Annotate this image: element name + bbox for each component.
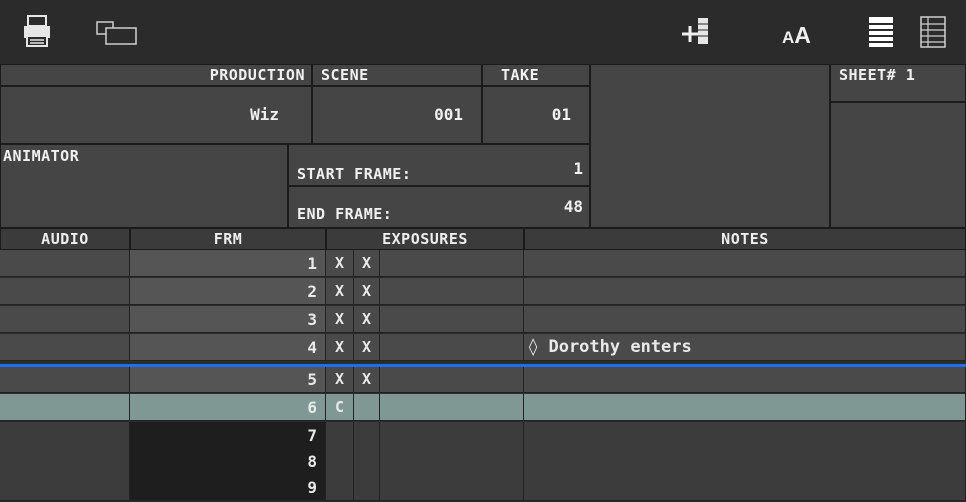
exposure-cell-1[interactable]: X <box>326 278 354 305</box>
frm-cell[interactable]: 5 <box>130 366 326 393</box>
audio-cell[interactable] <box>0 250 130 277</box>
exposure-cell-3[interactable] <box>380 394 524 421</box>
table-row[interactable]: 6C <box>0 394 966 422</box>
exposure-cell-2[interactable] <box>354 448 380 475</box>
exposure-cell-3[interactable] <box>380 334 524 361</box>
exposure-cell-3[interactable] <box>380 306 524 333</box>
notes-cell[interactable] <box>524 306 966 333</box>
grid-view-icon[interactable] <box>920 16 946 52</box>
exposure-cell-3[interactable] <box>380 422 524 449</box>
exposure-cell-3[interactable] <box>380 250 524 277</box>
exposure-cell-2[interactable] <box>354 474 380 501</box>
audio-cell[interactable] <box>0 474 130 501</box>
exposure-cell-2[interactable] <box>354 422 380 449</box>
add-column-icon[interactable] <box>680 14 712 52</box>
end-frame-label: END FRAME: <box>297 205 393 223</box>
production-label-cell: PRODUCTION <box>0 64 312 86</box>
exposure-cell-1[interactable]: X <box>326 334 354 361</box>
exposure-cell-1[interactable] <box>326 448 354 475</box>
table-row[interactable]: 4 X X ◊ Dorothy enters <box>0 334 966 362</box>
exposure-cell-1[interactable] <box>326 474 354 501</box>
table-row[interactable]: 9 <box>0 474 966 502</box>
audio-cell[interactable] <box>0 448 130 475</box>
audio-cell[interactable] <box>0 306 130 333</box>
notes-cell[interactable] <box>524 278 966 305</box>
scene-value-cell[interactable]: 001 <box>312 86 482 144</box>
exposure-cell-1[interactable] <box>326 422 354 449</box>
exposure-cell-2[interactable]: X <box>354 334 380 361</box>
audio-cell[interactable] <box>0 422 130 449</box>
end-frame-value: 48 <box>563 197 583 216</box>
scene-label: SCENE <box>321 66 369 84</box>
production-value-cell[interactable]: Wiz <box>0 86 312 144</box>
blank-header-cell <box>590 64 830 228</box>
exposure-cell-3[interactable] <box>380 474 524 501</box>
notes-cell[interactable] <box>524 394 966 421</box>
notes-cell[interactable]: ◊ Dorothy enters <box>524 334 966 361</box>
frm-cell[interactable]: 6 <box>130 394 326 421</box>
notes-cell[interactable] <box>524 474 966 501</box>
audio-cell[interactable] <box>0 334 130 361</box>
exposure-cell-2[interactable]: X <box>354 250 380 277</box>
production-value: Wiz <box>250 105 279 124</box>
start-frame-value: 1 <box>573 159 583 178</box>
production-label: PRODUCTION <box>209 66 305 84</box>
table-row[interactable]: 7 <box>0 422 966 450</box>
table-row[interactable]: 3XX <box>0 306 966 334</box>
animator-label: ANIMATOR <box>3 147 80 165</box>
exposure-cell-3[interactable] <box>380 278 524 305</box>
take-value: 01 <box>551 105 571 124</box>
audio-cell[interactable] <box>0 278 130 305</box>
frm-column-header[interactable]: FRM <box>130 228 326 250</box>
window-icon[interactable] <box>96 20 140 50</box>
exposure-cell-1[interactable]: X <box>326 250 354 277</box>
exposure-cell-2[interactable] <box>354 394 380 421</box>
table-row[interactable]: 5XX <box>0 366 966 394</box>
marker-line[interactable] <box>0 364 966 367</box>
notes-cell[interactable] <box>524 366 966 393</box>
font-size-icon[interactable]: AA AA <box>782 22 811 49</box>
notes-column-header[interactable]: NOTES <box>524 228 966 250</box>
sheet-number-cell[interactable]: SHEET# 1 <box>830 64 966 102</box>
sheet-number-label: SHEET# 1 <box>839 66 916 84</box>
take-label-cell: TAKE <box>482 64 590 86</box>
scene-label-cell: SCENE <box>312 64 482 86</box>
start-frame-cell[interactable]: START FRAME: 1 <box>288 144 590 186</box>
scene-value: 001 <box>434 105 463 124</box>
sheet-lower-cell <box>830 102 966 228</box>
notes-cell[interactable] <box>524 422 966 449</box>
frm-cell[interactable]: 8 <box>130 448 326 475</box>
audio-cell[interactable] <box>0 394 130 421</box>
table-row[interactable]: 8 <box>0 448 966 476</box>
exposure-cell-3[interactable] <box>380 366 524 393</box>
frm-cell[interactable]: 9 <box>130 474 326 501</box>
frm-cell[interactable]: 7 <box>130 422 326 449</box>
animator-cell[interactable]: ANIMATOR <box>0 144 288 228</box>
audio-cell[interactable] <box>0 366 130 393</box>
print-icon[interactable] <box>22 14 52 52</box>
frm-cell[interactable]: 2 <box>130 278 326 305</box>
exposure-cell-2[interactable]: X <box>354 278 380 305</box>
exposure-cell-3[interactable] <box>380 448 524 475</box>
frm-cell[interactable]: 4 <box>130 334 326 361</box>
notes-cell[interactable] <box>524 250 966 277</box>
exposure-cell-2[interactable]: X <box>354 366 380 393</box>
end-frame-cell[interactable]: END FRAME: 48 <box>288 186 590 228</box>
exposure-cell-1[interactable]: X <box>326 366 354 393</box>
exposure-cell-1[interactable]: X <box>326 306 354 333</box>
exposure-cell-1[interactable]: C <box>326 394 354 421</box>
table-row[interactable]: 1XX <box>0 250 966 278</box>
exposure-cell-2[interactable]: X <box>354 306 380 333</box>
list-view-icon[interactable] <box>868 16 894 52</box>
toolbar: AA AA <box>0 0 966 65</box>
table-row[interactable]: 2XX <box>0 278 966 306</box>
frm-cell[interactable]: 3 <box>130 306 326 333</box>
exposures-column-header[interactable]: EXPOSURES <box>326 228 524 250</box>
notes-cell[interactable] <box>524 448 966 475</box>
take-value-cell[interactable]: 01 <box>482 86 590 144</box>
take-label: TAKE <box>501 66 540 84</box>
start-frame-label: START FRAME: <box>297 165 412 183</box>
frm-cell[interactable]: 1 <box>130 250 326 277</box>
audio-column-header[interactable]: AUDIO <box>0 228 130 250</box>
